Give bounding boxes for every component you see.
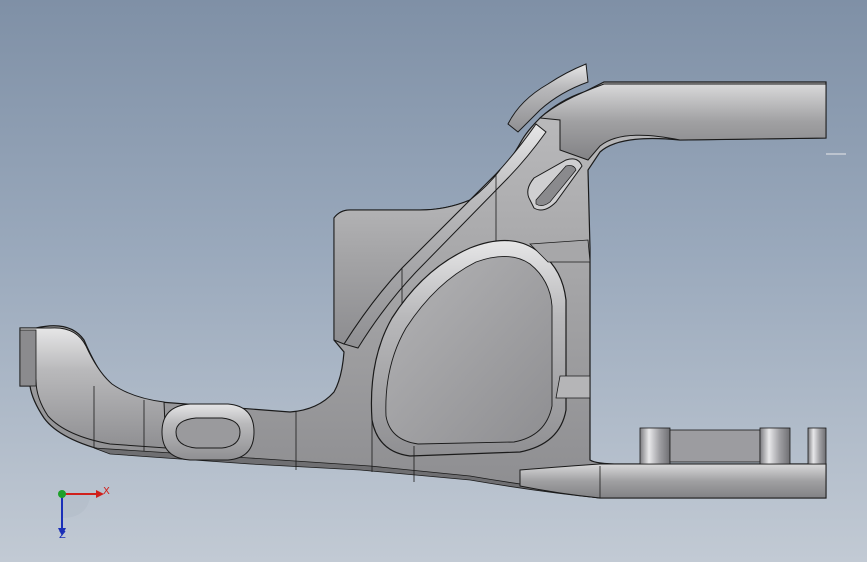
axis-triad — [48, 482, 110, 544]
boss-cylinder-right[interactable] — [807, 427, 827, 465]
x-axis-label: X — [103, 486, 110, 497]
left-end-face — [19, 329, 37, 387]
boss-body — [669, 429, 761, 463]
3d-cad-viewport[interactable]: X Z — [0, 0, 867, 562]
boss-cylinder-mid[interactable] — [759, 427, 791, 465]
y-axis-dot — [58, 490, 66, 498]
part-model[interactable] — [0, 0, 867, 562]
top-arm-rail — [538, 83, 827, 161]
bottom-rail[interactable] — [519, 463, 827, 499]
z-axis-label: Z — [59, 530, 66, 541]
axis-triad-graphic — [58, 490, 104, 536]
oval-hole[interactable] — [175, 417, 241, 449]
pocket-step-bottom — [555, 375, 591, 399]
boss-cylinder-left[interactable] — [639, 427, 671, 465]
